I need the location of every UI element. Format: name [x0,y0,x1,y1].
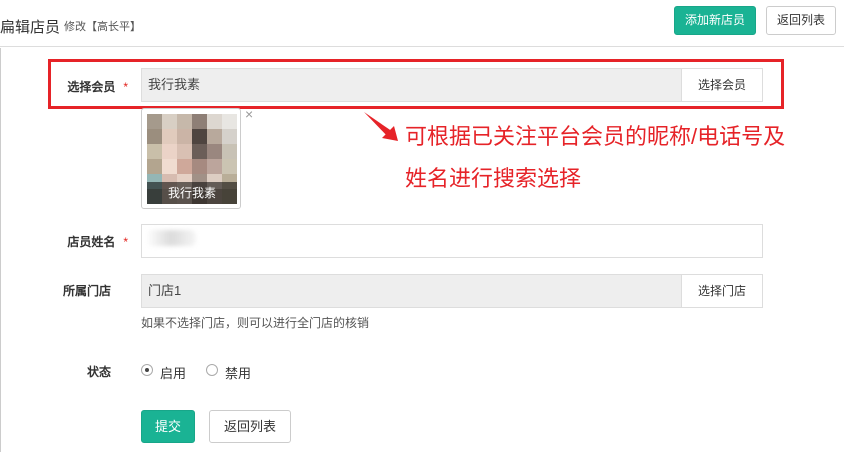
member-avatar-card: 我行我素 × [141,106,253,209]
store-label: 所属门店 [62,284,111,298]
status-disabled-label[interactable]: 禁用 [225,363,251,382]
status-disabled-radio[interactable] [206,364,218,376]
store-hint: 如果不选择门店，则可以进行全门店的核销 [141,316,370,330]
arrow-icon [364,112,398,141]
select-store-button[interactable]: 选择门店 [681,274,763,308]
back-to-list-button-top[interactable]: 返回列表 [766,6,836,35]
back-to-list-button[interactable]: 返回列表 [209,410,291,443]
avatar-caption: 我行我素 [147,182,237,204]
store-input[interactable]: 门店1 [141,274,682,308]
redacted-name [146,230,196,246]
page-title: 扁辑店员 [0,19,61,36]
annotation-line-2: 姓名进行搜索选择 [405,166,582,191]
remove-avatar-icon[interactable]: × [245,106,253,122]
top-bar: 扁辑店员 修改【高长平】 添加新店员 返回列表 [0,0,844,47]
status-enabled-radio[interactable] [141,364,153,376]
annotation-line-1: 可根据已关注平台会员的昵称/电话号及 [405,124,786,149]
status-enabled-label[interactable]: 启用 [160,363,186,382]
status-label: 状态 [86,365,111,379]
name-label: 店员姓名 * [50,233,128,250]
page-subtitle: 修改【高长平】 [64,21,141,33]
add-clerk-button[interactable]: 添加新店员 [674,6,756,35]
name-label-text: 店员姓名 [67,235,116,249]
highlight-box [48,59,784,109]
submit-button[interactable]: 提交 [141,410,195,443]
required-mark: * [123,235,128,249]
name-input[interactable] [141,224,763,258]
content-border [0,48,1,452]
